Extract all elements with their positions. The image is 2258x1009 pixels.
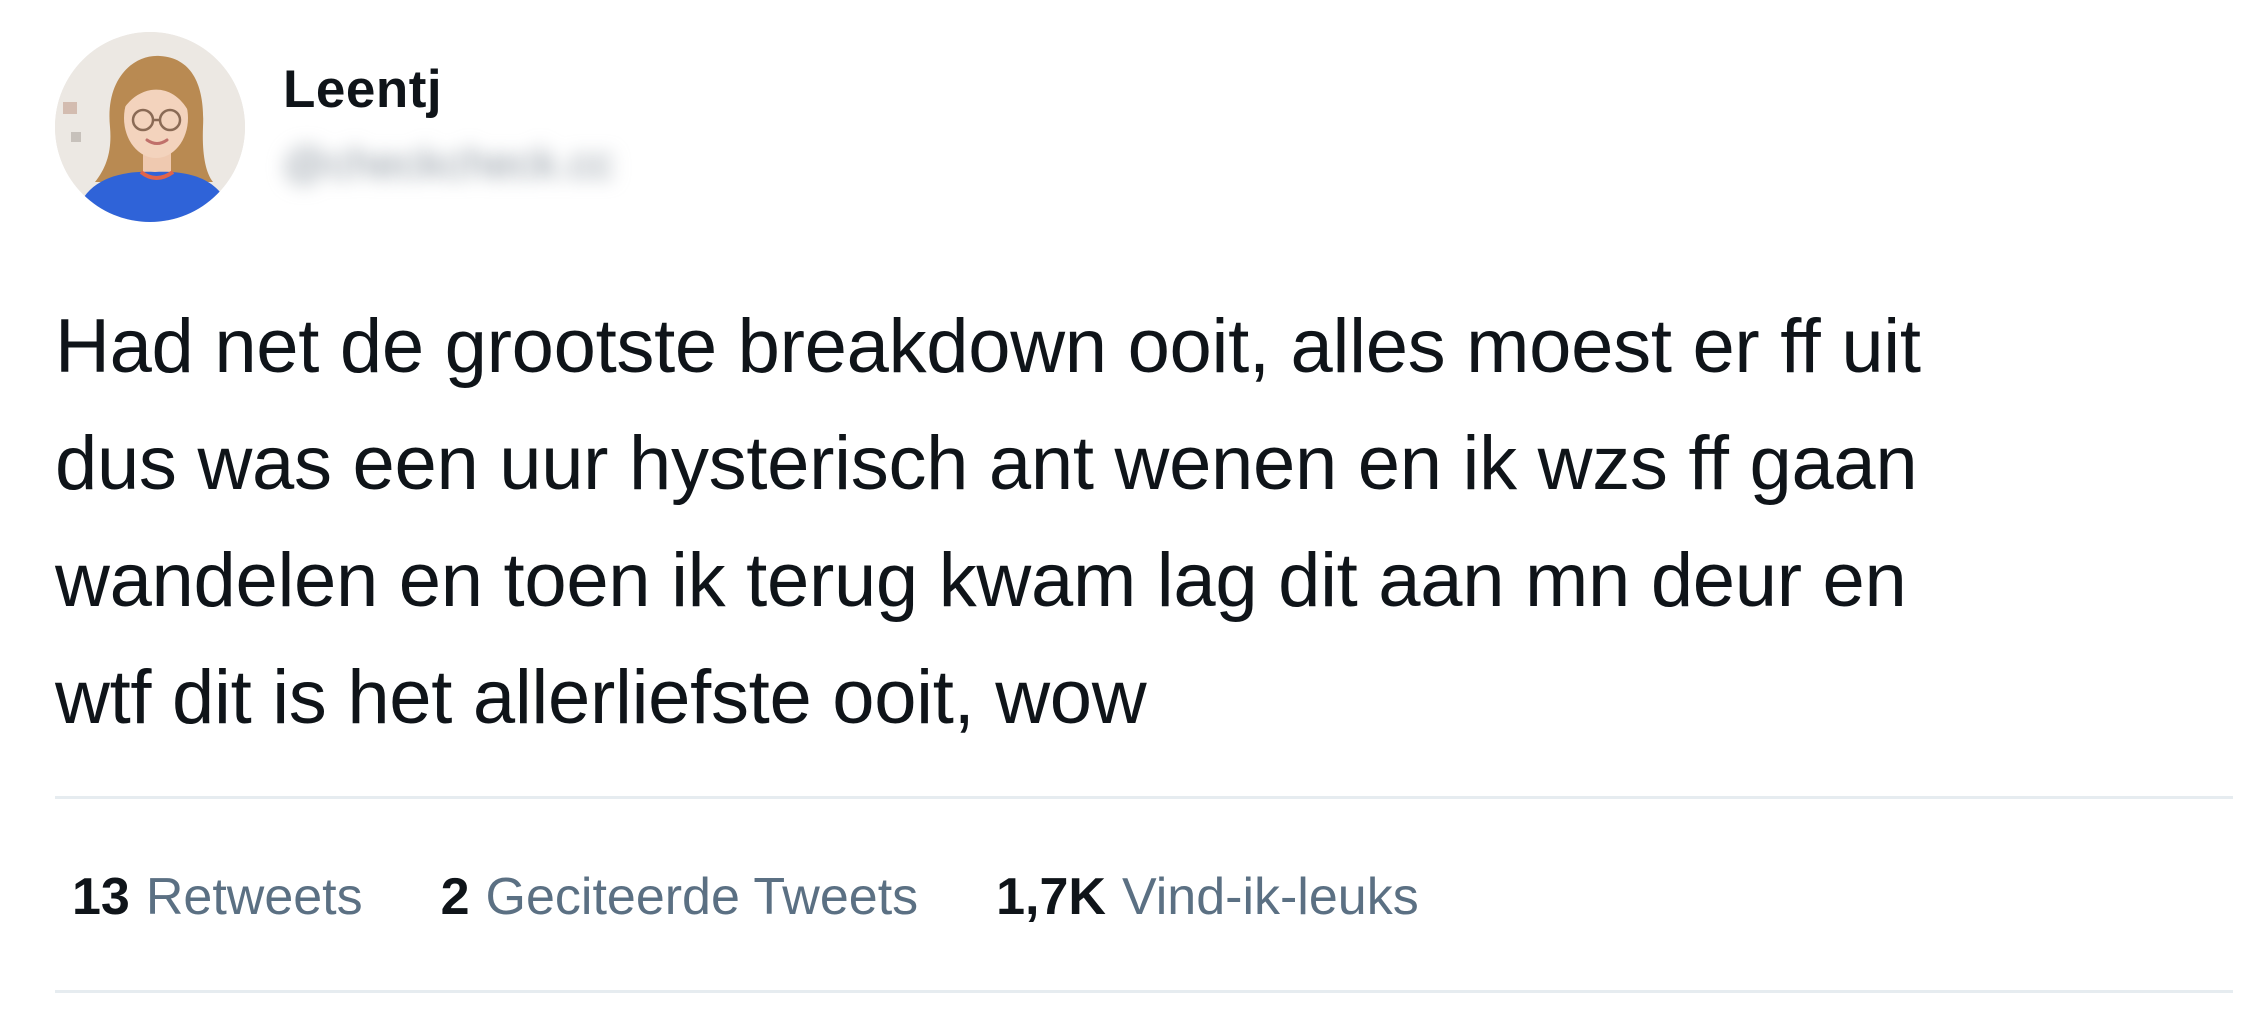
display-name[interactable]: Leentj [283, 58, 442, 122]
likes-count: 1,7K [996, 868, 1106, 926]
retweets-stat[interactable]: 13 Retweets [72, 862, 363, 932]
quote-tweets-count: 2 [440, 868, 470, 926]
tweet-card: Leentj @checkcheck.cc Had net de grootst… [0, 0, 2258, 1009]
quote-tweets-label: Geciteerde Tweets [485, 868, 919, 926]
quote-tweets-stat[interactable]: 2 Geciteerde Tweets [441, 862, 919, 932]
likes-label: Vind-ik-leuks [1121, 868, 1419, 926]
profile-photo-icon [55, 32, 245, 222]
divider [55, 796, 2233, 799]
tweet-stats: 13 Retweets 2 Geciteerde Tweets 1,7K Vin… [72, 862, 1497, 932]
divider [55, 990, 2233, 993]
user-handle[interactable]: @checkcheck.cc [283, 138, 614, 190]
retweets-label: Retweets [145, 868, 363, 926]
retweets-count: 13 [72, 868, 130, 926]
tweet-text: Had net de grootste breakdown ooit, alle… [55, 304, 1921, 740]
avatar[interactable] [55, 32, 245, 222]
likes-stat[interactable]: 1,7K Vind-ik-leuks [996, 862, 1419, 932]
